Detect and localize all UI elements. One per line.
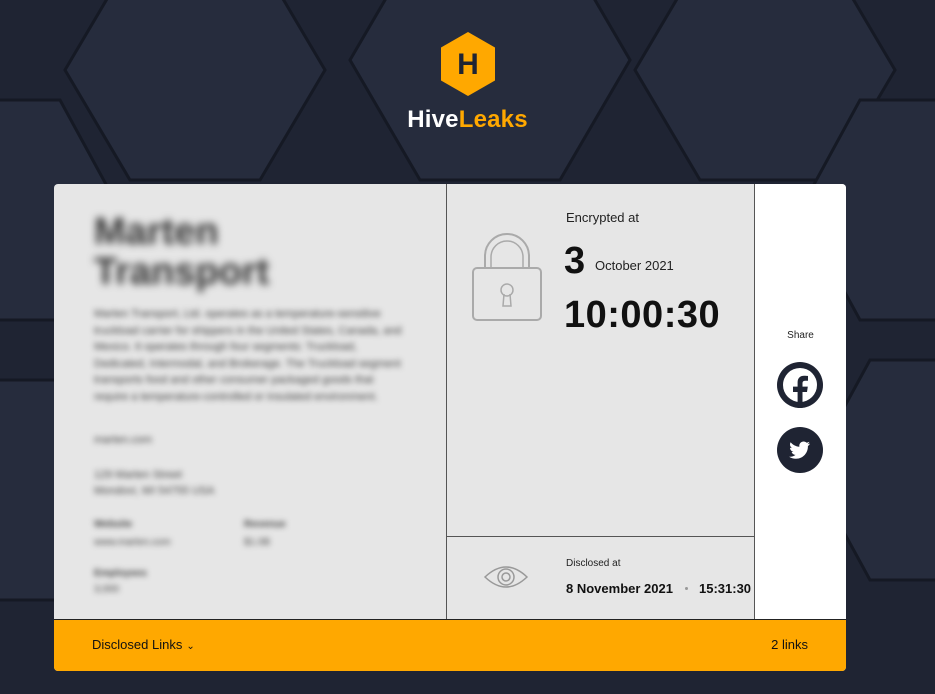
company-description: Marten Transport, Ltd. operates as a tem… xyxy=(94,308,402,403)
disclosed-links-label: Disclosed Links xyxy=(92,637,183,652)
encryption-panel: Encrypted at 3 October 2021 10:00:30 xyxy=(447,184,755,537)
brand-part2: Leaks xyxy=(458,106,528,133)
meta-key-website: Website xyxy=(94,519,133,530)
disclosure-panel: Disclosed at 8 November 2021 15:31:30 xyxy=(447,537,755,619)
company-name: Marten Transport xyxy=(94,211,270,293)
disclosed-date: 8 November 2021 xyxy=(566,581,673,596)
facebook-share-button[interactable] xyxy=(777,362,823,408)
encrypted-day: 3 xyxy=(564,240,586,282)
lock-icon xyxy=(472,233,542,321)
encrypted-month-year: October 2021 xyxy=(595,258,674,273)
share-panel: Share xyxy=(755,184,846,619)
company-panel: Marten Transport Marten Transport, Ltd. … xyxy=(54,184,447,619)
brand-name: HiveLeaks xyxy=(0,106,935,134)
disclosed-links-toggle[interactable]: Disclosed Links ⌄ xyxy=(92,637,195,652)
disclosed-time: 15:31:30 xyxy=(699,581,752,596)
encrypted-label: Encrypted at xyxy=(566,210,639,225)
encrypted-time: 10:00:30 xyxy=(564,294,721,336)
facebook-icon xyxy=(783,368,817,408)
separator-dot xyxy=(685,587,688,590)
company-address: 129 Marten Street Mondovi, WI 54755 USA xyxy=(94,469,215,497)
meta-value-website: www.marten.com xyxy=(94,537,171,548)
disclosed-label: Disclosed at xyxy=(566,558,621,569)
meta-value-employees: 3,000 xyxy=(94,584,120,595)
meta-value-revenue: $1.0B xyxy=(244,537,271,548)
twitter-share-button[interactable] xyxy=(777,427,823,473)
leak-card: Marten Transport Marten Transport, Ltd. … xyxy=(54,184,846,671)
eye-icon xyxy=(483,566,529,588)
share-label: Share xyxy=(787,330,814,341)
twitter-icon xyxy=(789,441,810,459)
logo-hexagon-icon: H xyxy=(440,32,495,96)
brand-part1: Hive xyxy=(407,106,459,133)
logo-letter: H xyxy=(457,48,479,81)
disclosed-links-bar: Disclosed Links ⌄ 2 links xyxy=(54,619,846,671)
meta-key-revenue: Revenue xyxy=(244,519,286,530)
meta-key-employees: Employees xyxy=(94,568,147,579)
logo[interactable]: H HiveLeaks xyxy=(0,30,935,134)
links-count: 2 links xyxy=(771,637,808,652)
company-website-link[interactable]: marten.com xyxy=(94,434,152,446)
chevron-down-icon: ⌄ xyxy=(186,641,195,652)
